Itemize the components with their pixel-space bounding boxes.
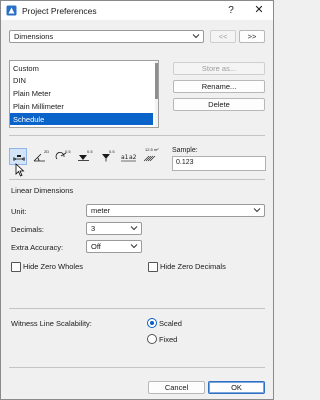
store-as-button[interactable]: Store as... bbox=[173, 62, 265, 75]
list-item[interactable]: DIN bbox=[10, 74, 153, 86]
previous-page-button[interactable]: << bbox=[210, 30, 236, 43]
sample-label: Sample: bbox=[172, 147, 198, 154]
fixed-radio-label: Fixed bbox=[159, 335, 178, 344]
area-dimension-icon: a1 a2 bbox=[121, 154, 137, 162]
decimals-label: Decimals: bbox=[11, 225, 44, 234]
chevron-down-icon bbox=[130, 244, 138, 249]
divider bbox=[9, 135, 265, 136]
svg-text:a2: a2 bbox=[129, 154, 137, 161]
unit-select-value: meter bbox=[91, 206, 111, 215]
scaled-radio[interactable] bbox=[147, 318, 157, 328]
extra-accuracy-select[interactable]: Off bbox=[86, 240, 142, 253]
chevron-down-icon bbox=[253, 208, 261, 213]
category-select[interactable]: Dimensions bbox=[9, 30, 204, 43]
cancel-button[interactable]: Cancel bbox=[148, 381, 205, 394]
close-button[interactable]: ✕ bbox=[251, 3, 267, 18]
angle-dimension-superscript: 2D bbox=[44, 149, 50, 154]
area-dimension-sample-label: 12.5 m² bbox=[145, 147, 159, 152]
hatched-area-icon bbox=[143, 155, 156, 162]
list-scrollbar[interactable] bbox=[155, 61, 158, 127]
svg-text:a1: a1 bbox=[121, 154, 129, 161]
scrollbar-thumb[interactable] bbox=[155, 63, 158, 99]
divider bbox=[9, 308, 265, 309]
project-preferences-dialog: Project Preferences ? ✕ Dimensions << >>… bbox=[0, 0, 274, 400]
unit-select[interactable]: meter bbox=[86, 204, 265, 217]
divider bbox=[9, 367, 265, 368]
extra-accuracy-label: Extra Accuracy: bbox=[11, 243, 64, 252]
divider bbox=[9, 179, 265, 180]
radial-dimension-tab[interactable]: 0.5 bbox=[53, 148, 71, 165]
category-select-value: Dimensions bbox=[14, 32, 54, 41]
dimension-standards-list[interactable]: Custom DIN Plain Meter Plain Millimeter … bbox=[9, 60, 159, 128]
linear-dimension-icon bbox=[13, 155, 25, 161]
level-dimension-superscript: 0.5 bbox=[87, 149, 93, 154]
hide-zero-decimals-checkbox[interactable] bbox=[148, 262, 158, 272]
fixed-radio[interactable] bbox=[147, 334, 157, 344]
delete-button[interactable]: Delete bbox=[173, 98, 265, 111]
window-title: Project Preferences bbox=[22, 6, 97, 16]
sample-preview: 0.123 bbox=[172, 156, 266, 171]
chevron-down-icon bbox=[192, 34, 200, 39]
scaled-radio-label: Scaled bbox=[159, 319, 182, 328]
radial-dimension-superscript: 0.5 bbox=[65, 149, 71, 154]
ok-button[interactable]: OK bbox=[208, 381, 265, 394]
sample-value: 0.123 bbox=[176, 159, 194, 166]
list-item-selected[interactable]: Schedule bbox=[10, 113, 153, 125]
mouse-cursor-icon bbox=[15, 163, 25, 177]
area-dimension-tab[interactable]: a1 a2 bbox=[119, 148, 137, 165]
list-item[interactable]: Plain Meter bbox=[10, 87, 153, 99]
elevation-dimension-tab[interactable]: 0.5 bbox=[97, 148, 115, 165]
hide-zero-wholes-label: Hide Zero Wholes bbox=[23, 262, 84, 271]
extra-accuracy-select-value: Off bbox=[91, 242, 101, 251]
calculation-dimension-tab[interactable]: 12.5 m² bbox=[141, 147, 161, 165]
chevron-down-icon bbox=[130, 226, 138, 231]
section-title: Linear Dimensions bbox=[11, 186, 74, 195]
help-button[interactable]: ? bbox=[223, 3, 239, 18]
app-icon bbox=[6, 5, 17, 16]
decimals-select-value: 3 bbox=[91, 224, 96, 233]
next-page-button[interactable]: >> bbox=[239, 30, 265, 43]
rename-button[interactable]: Rename... bbox=[173, 80, 265, 93]
witness-line-scalability-label: Witness Line Scalability: bbox=[11, 319, 92, 328]
decimals-select[interactable]: 3 bbox=[86, 222, 142, 235]
hide-zero-decimals-label: Hide Zero Decimals bbox=[160, 262, 226, 271]
angle-dimension-tab[interactable]: 2D bbox=[31, 148, 49, 165]
elevation-dimension-superscript: 0.5 bbox=[109, 149, 115, 154]
title-bar: Project Preferences ? ✕ bbox=[1, 1, 273, 20]
level-dimension-tab[interactable]: 0.5 bbox=[75, 148, 93, 165]
list-item[interactable]: Plain Millimeter bbox=[10, 100, 153, 112]
dimension-type-toolbar: 2D 0.5 0.5 0.5 a1 a2 12.5 m² bbox=[9, 147, 165, 166]
hide-zero-wholes-checkbox[interactable] bbox=[11, 262, 21, 272]
unit-label: Unit: bbox=[11, 207, 27, 216]
list-item[interactable]: Custom bbox=[10, 62, 153, 74]
